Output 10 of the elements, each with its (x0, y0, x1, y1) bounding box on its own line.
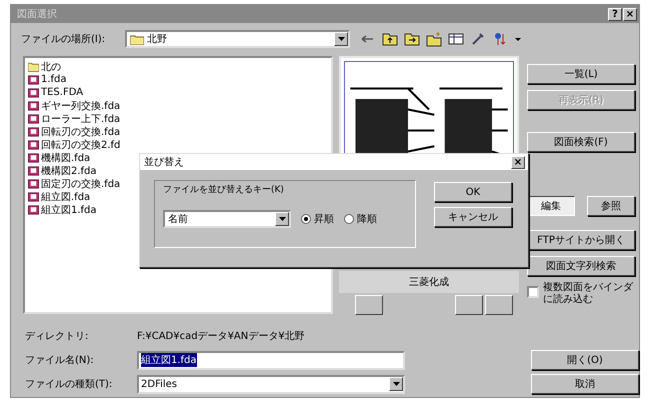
directory-path: F:¥CAD¥cadデータ¥ANデータ¥北野 (137, 330, 306, 343)
checkbox-label: 複数図面をバインダに読み込む (543, 282, 634, 306)
dialog-title: 並び替え (144, 156, 184, 169)
location-label: ファイルの場所(I): (21, 32, 106, 46)
window-title: 図面選択 (17, 8, 57, 21)
directory-label: ディレクトリ: (25, 330, 90, 343)
preview-caption: 三菱化成 (339, 271, 519, 293)
filename-label: ファイル名(N): (25, 354, 95, 367)
filetype-label: ファイルの種類(T): (25, 378, 114, 391)
group-label: ファイルを並び替えるキー(K) (163, 184, 285, 196)
